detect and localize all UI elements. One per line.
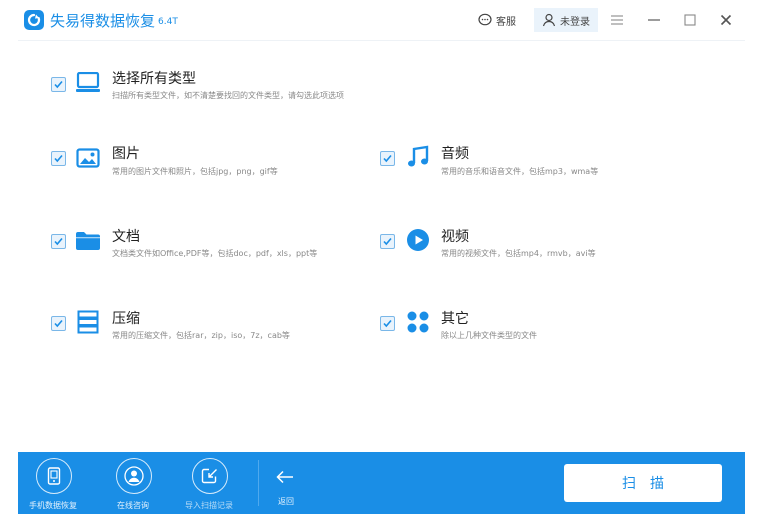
image-icon — [75, 145, 101, 171]
play-icon — [405, 227, 431, 253]
archive-checkbox[interactable] — [51, 316, 66, 331]
checkmark-icon — [383, 237, 392, 246]
image-checkbox[interactable] — [51, 151, 66, 166]
import-icon — [192, 458, 228, 494]
document-title: 文档 — [112, 229, 140, 245]
login-label: 未登录 — [560, 16, 590, 28]
login-button[interactable]: 未登录 — [534, 8, 598, 32]
other-title: 其它 — [441, 311, 469, 327]
checkmark-icon — [54, 80, 63, 89]
video-desc: 常用的视频文件，包括mp4，rmvb，avi等 — [441, 249, 596, 258]
support-agent-icon — [116, 458, 152, 494]
video-checkbox[interactable] — [380, 234, 395, 249]
close-icon — [720, 14, 732, 26]
feedback-label: 客服 — [496, 16, 516, 28]
user-icon — [542, 13, 556, 27]
archive-desc: 常用的压缩文件，包括rar，zip，iso，7z，cab等 — [112, 331, 290, 340]
bottom-divider — [258, 460, 259, 506]
image-desc: 常用的图片文件和照片，包括jpg，png，gif等 — [112, 167, 278, 176]
phone-recovery-label: 手机数据恢复 — [29, 501, 77, 510]
archive-icon — [75, 309, 101, 335]
audio-checkbox[interactable] — [380, 151, 395, 166]
document-checkbox[interactable] — [51, 234, 66, 249]
image-title: 图片 — [112, 146, 140, 162]
app-title: 失易得数据恢复 — [50, 12, 156, 30]
folder-icon — [75, 228, 101, 254]
checkmark-icon — [383, 319, 392, 328]
music-icon — [405, 144, 431, 170]
checkmark-icon — [383, 154, 392, 163]
import-record-button[interactable]: 导入扫描记录 — [178, 458, 240, 514]
bottom-bar: 手机数据恢复 在线咨询 导入扫描记录 返回 扫描 — [18, 452, 745, 514]
phone-icon — [36, 458, 72, 494]
archive-title: 压缩 — [112, 311, 140, 327]
scan-button[interactable]: 扫描 — [564, 464, 722, 502]
back-label: 返回 — [278, 497, 294, 506]
video-title: 视频 — [441, 229, 469, 245]
import-record-label: 导入扫描记录 — [185, 501, 233, 510]
app-version: 6.4T — [158, 17, 178, 27]
other-desc: 除以上几种文件类型的文件 — [441, 331, 537, 340]
other-checkbox[interactable] — [380, 316, 395, 331]
online-consult-button[interactable]: 在线咨询 — [102, 458, 164, 514]
close-button[interactable] — [714, 8, 738, 32]
app-logo-icon — [24, 10, 44, 30]
minimize-icon — [648, 19, 660, 21]
maximize-button[interactable] — [678, 8, 702, 32]
select-all-desc: 扫描所有类型文件，如不清楚要找回的文件类型，请勾选此项选项 — [112, 91, 344, 100]
checkmark-icon — [54, 154, 63, 163]
online-consult-label: 在线咨询 — [117, 501, 149, 510]
title-bar: 失易得数据恢复 6.4T 客服 未登录 — [18, 0, 745, 41]
select-all-checkbox[interactable] — [51, 77, 66, 92]
arrow-left-icon — [276, 470, 293, 484]
audio-title: 音频 — [441, 146, 469, 162]
phone-recovery-button[interactable]: 手机数据恢复 — [22, 458, 84, 514]
app-window: 失易得数据恢复 6.4T 客服 未登录 选择所有类型 扫描所有类型文件，如不清楚… — [18, 0, 745, 518]
checkmark-icon — [54, 319, 63, 328]
minimize-button[interactable] — [642, 8, 666, 32]
feedback-button[interactable]: 客服 — [478, 8, 516, 32]
monitor-icon — [75, 70, 101, 96]
maximize-icon — [684, 14, 696, 26]
audio-desc: 常用的音乐和语音文件，包括mp3，wma等 — [441, 167, 599, 176]
chat-bubble-icon — [478, 13, 492, 26]
select-all-title: 选择所有类型 — [112, 71, 196, 87]
menu-button[interactable] — [605, 8, 629, 32]
back-button[interactable]: 返回 — [268, 466, 308, 510]
document-desc: 文档类文件如Office,PDF等，包括doc，pdf，xls，ppt等 — [112, 249, 318, 258]
hamburger-icon — [611, 15, 623, 25]
grid-dots-icon — [405, 309, 431, 335]
checkmark-icon — [54, 237, 63, 246]
